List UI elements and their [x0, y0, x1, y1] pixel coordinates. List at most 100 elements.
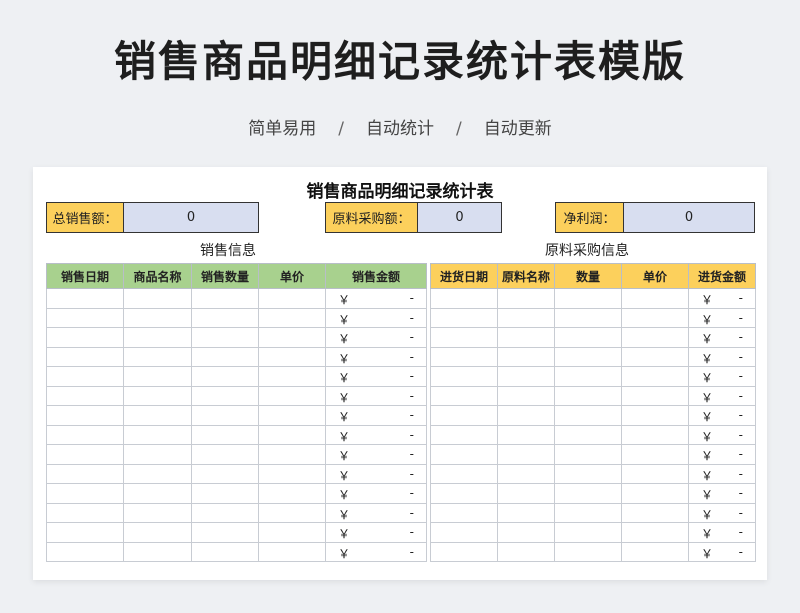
table-cell[interactable]: [621, 522, 689, 543]
amount-cell[interactable]: ￥ -: [325, 502, 427, 523]
table-cell[interactable]: [497, 327, 555, 348]
table-cell[interactable]: [430, 385, 498, 406]
table-cell[interactable]: [497, 288, 555, 309]
table-cell[interactable]: [621, 463, 689, 484]
table-cell[interactable]: [46, 366, 124, 387]
table-cell[interactable]: [621, 327, 689, 348]
table-cell[interactable]: [191, 307, 259, 328]
table-cell[interactable]: [258, 366, 326, 387]
table-cell[interactable]: [46, 502, 124, 523]
table-cell[interactable]: [430, 522, 498, 543]
table-cell[interactable]: [46, 307, 124, 328]
amount-cell[interactable]: ￥ -: [325, 307, 427, 328]
table-cell[interactable]: [46, 522, 124, 543]
table-cell[interactable]: [191, 288, 259, 309]
table-cell[interactable]: [554, 346, 622, 367]
table-cell[interactable]: [258, 424, 326, 445]
table-cell[interactable]: [191, 541, 259, 562]
table-cell[interactable]: [123, 366, 192, 387]
table-cell[interactable]: [430, 502, 498, 523]
amount-cell[interactable]: ￥ -: [688, 288, 756, 309]
table-cell[interactable]: [258, 405, 326, 426]
table-cell[interactable]: [123, 522, 192, 543]
table-cell[interactable]: [554, 307, 622, 328]
table-cell[interactable]: [554, 444, 622, 465]
table-cell[interactable]: [123, 444, 192, 465]
table-cell[interactable]: [554, 288, 622, 309]
amount-cell[interactable]: ￥ -: [325, 366, 427, 387]
material-purchase-value[interactable]: 0: [418, 203, 501, 232]
table-cell[interactable]: [430, 346, 498, 367]
table-cell[interactable]: [497, 346, 555, 367]
table-cell[interactable]: [430, 288, 498, 309]
table-cell[interactable]: [46, 483, 124, 504]
table-cell[interactable]: [191, 522, 259, 543]
amount-cell[interactable]: ￥ -: [688, 346, 756, 367]
amount-cell[interactable]: ￥ -: [325, 405, 427, 426]
table-cell[interactable]: [123, 463, 192, 484]
table-cell[interactable]: [191, 483, 259, 504]
table-cell[interactable]: [621, 541, 689, 562]
table-cell[interactable]: [621, 405, 689, 426]
table-cell[interactable]: [497, 307, 555, 328]
amount-cell[interactable]: ￥ -: [688, 366, 756, 387]
table-cell[interactable]: [123, 483, 192, 504]
amount-cell[interactable]: ￥ -: [325, 541, 427, 562]
table-cell[interactable]: [123, 385, 192, 406]
table-cell[interactable]: [258, 502, 326, 523]
table-cell[interactable]: [430, 483, 498, 504]
table-cell[interactable]: [497, 483, 555, 504]
amount-cell[interactable]: ￥ -: [688, 405, 756, 426]
amount-cell[interactable]: ￥ -: [688, 444, 756, 465]
net-profit-value[interactable]: 0: [624, 203, 754, 232]
amount-cell[interactable]: ￥ -: [688, 502, 756, 523]
table-cell[interactable]: [497, 366, 555, 387]
table-cell[interactable]: [191, 366, 259, 387]
table-cell[interactable]: [191, 424, 259, 445]
table-cell[interactable]: [258, 385, 326, 406]
table-cell[interactable]: [123, 327, 192, 348]
table-cell[interactable]: [430, 307, 498, 328]
table-cell[interactable]: [554, 385, 622, 406]
table-cell[interactable]: [191, 444, 259, 465]
amount-cell[interactable]: ￥ -: [325, 444, 427, 465]
amount-cell[interactable]: ￥ -: [688, 463, 756, 484]
table-cell[interactable]: [258, 288, 326, 309]
table-cell[interactable]: [621, 307, 689, 328]
amount-cell[interactable]: ￥ -: [688, 483, 756, 504]
amount-cell[interactable]: ￥ -: [688, 541, 756, 562]
amount-cell[interactable]: ￥ -: [688, 385, 756, 406]
table-cell[interactable]: [191, 327, 259, 348]
table-cell[interactable]: [554, 327, 622, 348]
table-cell[interactable]: [430, 444, 498, 465]
table-cell[interactable]: [621, 346, 689, 367]
table-cell[interactable]: [123, 405, 192, 426]
table-cell[interactable]: [554, 541, 622, 562]
table-cell[interactable]: [621, 366, 689, 387]
table-cell[interactable]: [430, 366, 498, 387]
table-cell[interactable]: [497, 522, 555, 543]
table-cell[interactable]: [621, 385, 689, 406]
table-cell[interactable]: [554, 366, 622, 387]
table-cell[interactable]: [46, 346, 124, 367]
table-cell[interactable]: [430, 541, 498, 562]
table-cell[interactable]: [258, 444, 326, 465]
table-cell[interactable]: [621, 288, 689, 309]
table-cell[interactable]: [46, 424, 124, 445]
table-cell[interactable]: [258, 307, 326, 328]
table-cell[interactable]: [191, 346, 259, 367]
table-cell[interactable]: [497, 502, 555, 523]
table-cell[interactable]: [123, 541, 192, 562]
table-cell[interactable]: [191, 502, 259, 523]
table-cell[interactable]: [554, 483, 622, 504]
table-cell[interactable]: [46, 288, 124, 309]
table-cell[interactable]: [46, 385, 124, 406]
table-cell[interactable]: [191, 385, 259, 406]
table-cell[interactable]: [430, 463, 498, 484]
table-cell[interactable]: [497, 444, 555, 465]
table-cell[interactable]: [191, 405, 259, 426]
table-cell[interactable]: [46, 463, 124, 484]
table-cell[interactable]: [258, 463, 326, 484]
table-cell[interactable]: [258, 327, 326, 348]
table-cell[interactable]: [123, 424, 192, 445]
